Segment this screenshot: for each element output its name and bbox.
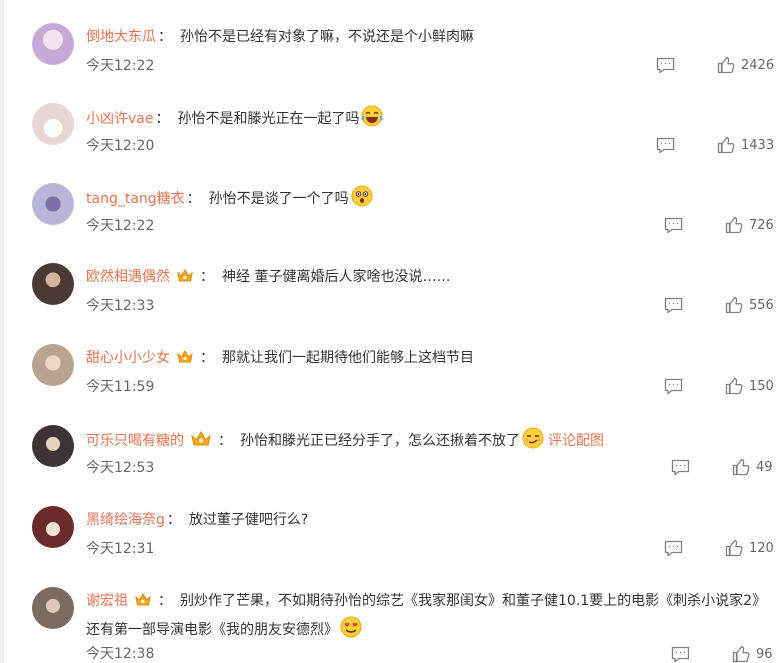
like-button[interactable]: 96 [732, 645, 773, 663]
like-count: 556 [749, 297, 774, 313]
colon-separator: ： [158, 29, 172, 45]
comment-icon [664, 540, 683, 557]
reply-button[interactable] [656, 137, 675, 154]
comment-icon [664, 297, 683, 314]
reply-button[interactable] [664, 217, 683, 234]
comment-time: 今天12:31 [86, 541, 155, 557]
username[interactable]: 谢宏祖 [86, 593, 128, 609]
crown-badge-icon[interactable] [176, 349, 194, 373]
reply-button[interactable] [656, 57, 675, 74]
comment-text: 孙怡不是和滕光正在一起了吗 [177, 111, 360, 127]
shocked-emoji-icon [351, 185, 373, 215]
like-button[interactable]: 726 [725, 216, 774, 234]
like-count: 1433 [741, 137, 775, 153]
crown-badge-icon[interactable] [176, 268, 194, 292]
avatar[interactable] [32, 425, 74, 467]
comment-time: 今天12:33 [86, 298, 155, 314]
username[interactable]: 黑绮绘海奈g [86, 512, 165, 528]
avatar[interactable] [32, 506, 74, 548]
colon-separator: ： [200, 350, 214, 366]
colon-separator: ： [200, 269, 214, 285]
comment-icon [671, 646, 690, 663]
comment-item: tang_tang糖衣： 孙怡不是谈了一个了吗 今天12:22 726 [0, 178, 783, 258]
comment-icon [664, 378, 683, 395]
like-count: 726 [749, 217, 774, 233]
comment-text: 别炒作了芒果，不如期待孙怡的综艺《我家那闺女》和董子健10.1要上的电影《刺杀小… [86, 593, 767, 638]
like-button[interactable]: 49 [732, 458, 773, 476]
colon-separator: ： [155, 111, 170, 127]
comment-item: 欧然相遇偶然 ： 神经 董子健离婚后人家啥也没说…… 今天12:33 556 [0, 258, 783, 338]
heart-eyes-emoji-icon [340, 616, 362, 646]
comment-time: 今天12:38 [86, 646, 155, 662]
comment-time: 今天11:59 [86, 379, 155, 395]
comment-icon [664, 217, 683, 234]
avatar[interactable] [32, 344, 74, 386]
thumbs-up-icon [732, 646, 750, 663]
username[interactable]: 倒地大东瓜 [86, 29, 156, 45]
crown-badge-icon[interactable] [134, 592, 152, 616]
smirk-emoji-icon [522, 427, 544, 457]
thumbs-up-icon [717, 57, 735, 74]
thumbs-up-icon [725, 297, 743, 314]
comment-time: 今天12:22 [86, 218, 155, 234]
comment-time: 今天12:22 [86, 58, 155, 74]
thumbs-up-icon [725, 217, 743, 234]
crown-badge-icon[interactable] [190, 430, 212, 456]
comment-time: 今天12:53 [86, 460, 155, 476]
like-button[interactable]: 2426 [717, 56, 774, 74]
avatar[interactable] [32, 263, 74, 305]
comment-text: 放过董子健吧行么? [188, 512, 309, 528]
reply-button[interactable] [664, 378, 683, 395]
like-button[interactable]: 556 [725, 296, 774, 314]
comment-image-link[interactable]: 评论配图 [548, 433, 604, 449]
colon-separator: ： [166, 512, 181, 528]
comment-item: 小凶许vae： 孙怡不是和滕光正在一起了吗 今天12:20 1433 [0, 98, 783, 178]
reply-button[interactable] [664, 540, 683, 557]
username[interactable]: 可乐只喝有糖的 [86, 433, 184, 449]
laughing-tears-emoji-icon [361, 105, 383, 135]
like-count: 49 [756, 459, 773, 475]
username[interactable]: 小凶许vae [86, 111, 153, 127]
avatar[interactable] [32, 183, 74, 225]
username[interactable]: 欧然相遇偶然 [86, 269, 170, 285]
comment-text: 神经 董子健离婚后人家啥也没说…… [222, 269, 451, 285]
thumbs-up-icon [725, 378, 743, 395]
comment-item: 谢宏祖 ：别炒作了芒果，不如期待孙怡的综艺《我家那闺女》和董子健10.1要上的电影… [0, 582, 783, 663]
thumbs-up-icon [717, 137, 735, 154]
comment-text: 那就让我们一起期待他们能够上这档节目 [222, 350, 474, 366]
reply-button[interactable] [671, 459, 690, 476]
colon-separator: ： [186, 191, 201, 207]
reply-button[interactable] [671, 646, 690, 663]
like-button[interactable]: 1433 [717, 136, 774, 154]
like-count: 120 [749, 540, 774, 556]
like-count: 96 [756, 646, 773, 662]
like-button[interactable]: 150 [725, 377, 774, 395]
comment-icon [656, 137, 675, 154]
colon-separator: ： [218, 433, 232, 449]
username[interactable]: 甜心小小少女 [86, 350, 170, 366]
comment-time: 今天12:20 [86, 138, 155, 154]
avatar[interactable] [32, 587, 74, 629]
like-count: 2426 [741, 57, 775, 73]
comment-text: 孙怡和滕光正已经分手了，怎么还揪着不放了 [240, 433, 520, 449]
like-button[interactable]: 120 [725, 539, 774, 557]
comment-icon [671, 459, 690, 476]
comment-icon [656, 57, 675, 74]
like-count: 150 [749, 378, 774, 394]
reply-button[interactable] [664, 297, 683, 314]
thumbs-up-icon [732, 459, 750, 476]
comment-item: 黑绮绘海奈g： 放过董子健吧行么? 今天12:31 120 [0, 501, 783, 581]
colon-separator: ： [158, 593, 172, 609]
comment-text: 孙怡不是已经有对象了嘛，不说还是个小鲜肉嘛 [180, 29, 474, 45]
username[interactable]: tang_tang糖衣 [86, 191, 185, 207]
thumbs-up-icon [725, 540, 743, 557]
avatar[interactable] [32, 23, 74, 65]
comment-item: 甜心小小少女 ： 那就让我们一起期待他们能够上这档节目 今天11:59 150 [0, 339, 783, 419]
avatar[interactable] [32, 103, 74, 145]
comment-item: 可乐只喝有糖的 ： 孙怡和滕光正已经分手了，怎么还揪着不放了 评论配图 今天12:53… [0, 420, 783, 500]
comment-item: 倒地大东瓜： 孙怡不是已经有对象了嘛，不说还是个小鲜肉嘛 今天12:22 2426 [0, 18, 783, 98]
comment-text: 孙怡不是谈了一个了吗 [208, 191, 349, 207]
